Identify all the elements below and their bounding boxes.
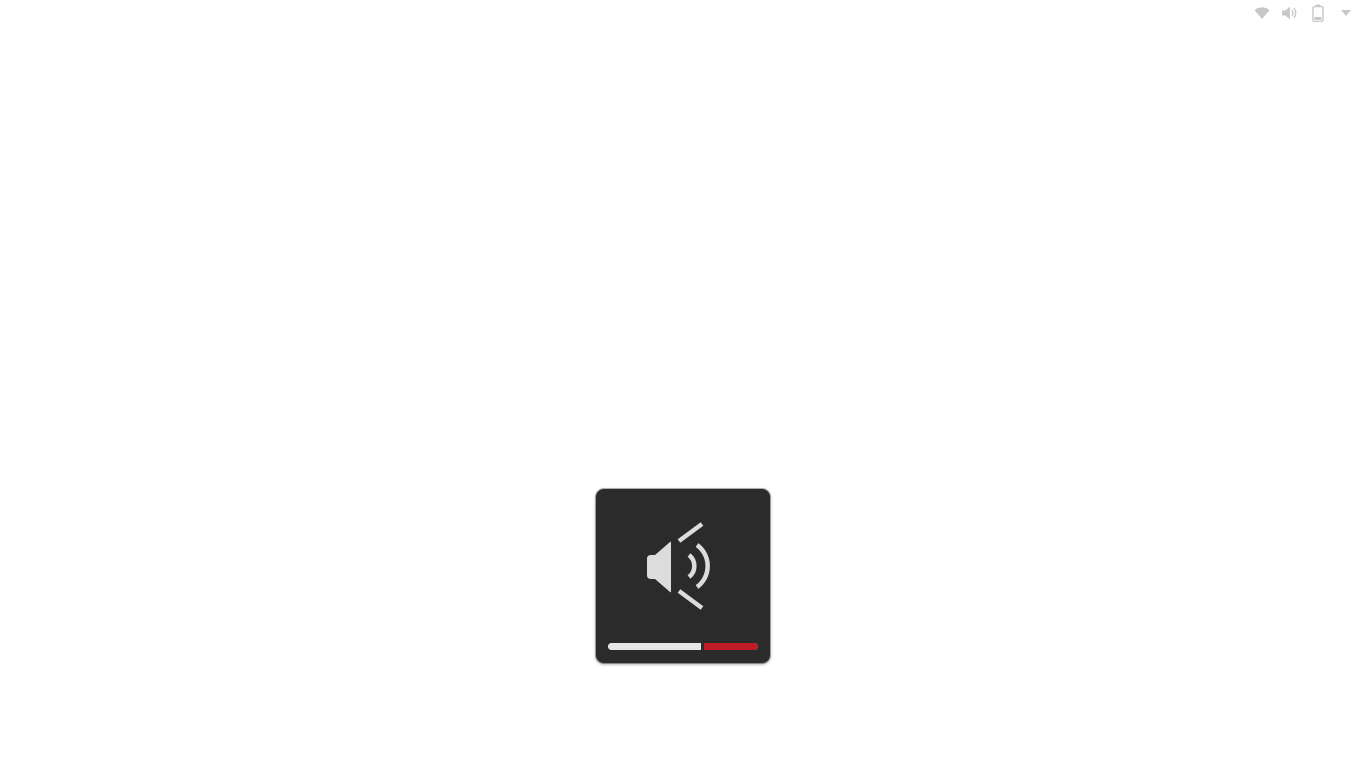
desktop-background (0, 0, 1366, 768)
osd-icon-container (596, 517, 770, 617)
volume-icon (1282, 6, 1297, 20)
wifi-icon (1254, 7, 1270, 19)
system-menu-button[interactable] (1336, 3, 1356, 23)
system-tray (1252, 0, 1356, 26)
volume-bar-fill (608, 643, 704, 650)
battery-indicator[interactable] (1308, 3, 1328, 23)
volume-high-icon (647, 522, 710, 610)
volume-indicator[interactable] (1280, 3, 1300, 23)
volume-level-bar (608, 643, 758, 650)
wifi-indicator[interactable] (1252, 3, 1272, 23)
volume-osd-popup (596, 489, 770, 663)
volume-bar-overamplified-segment (701, 643, 758, 650)
battery-icon (1312, 4, 1324, 22)
menu-arrow-icon (1341, 10, 1351, 16)
